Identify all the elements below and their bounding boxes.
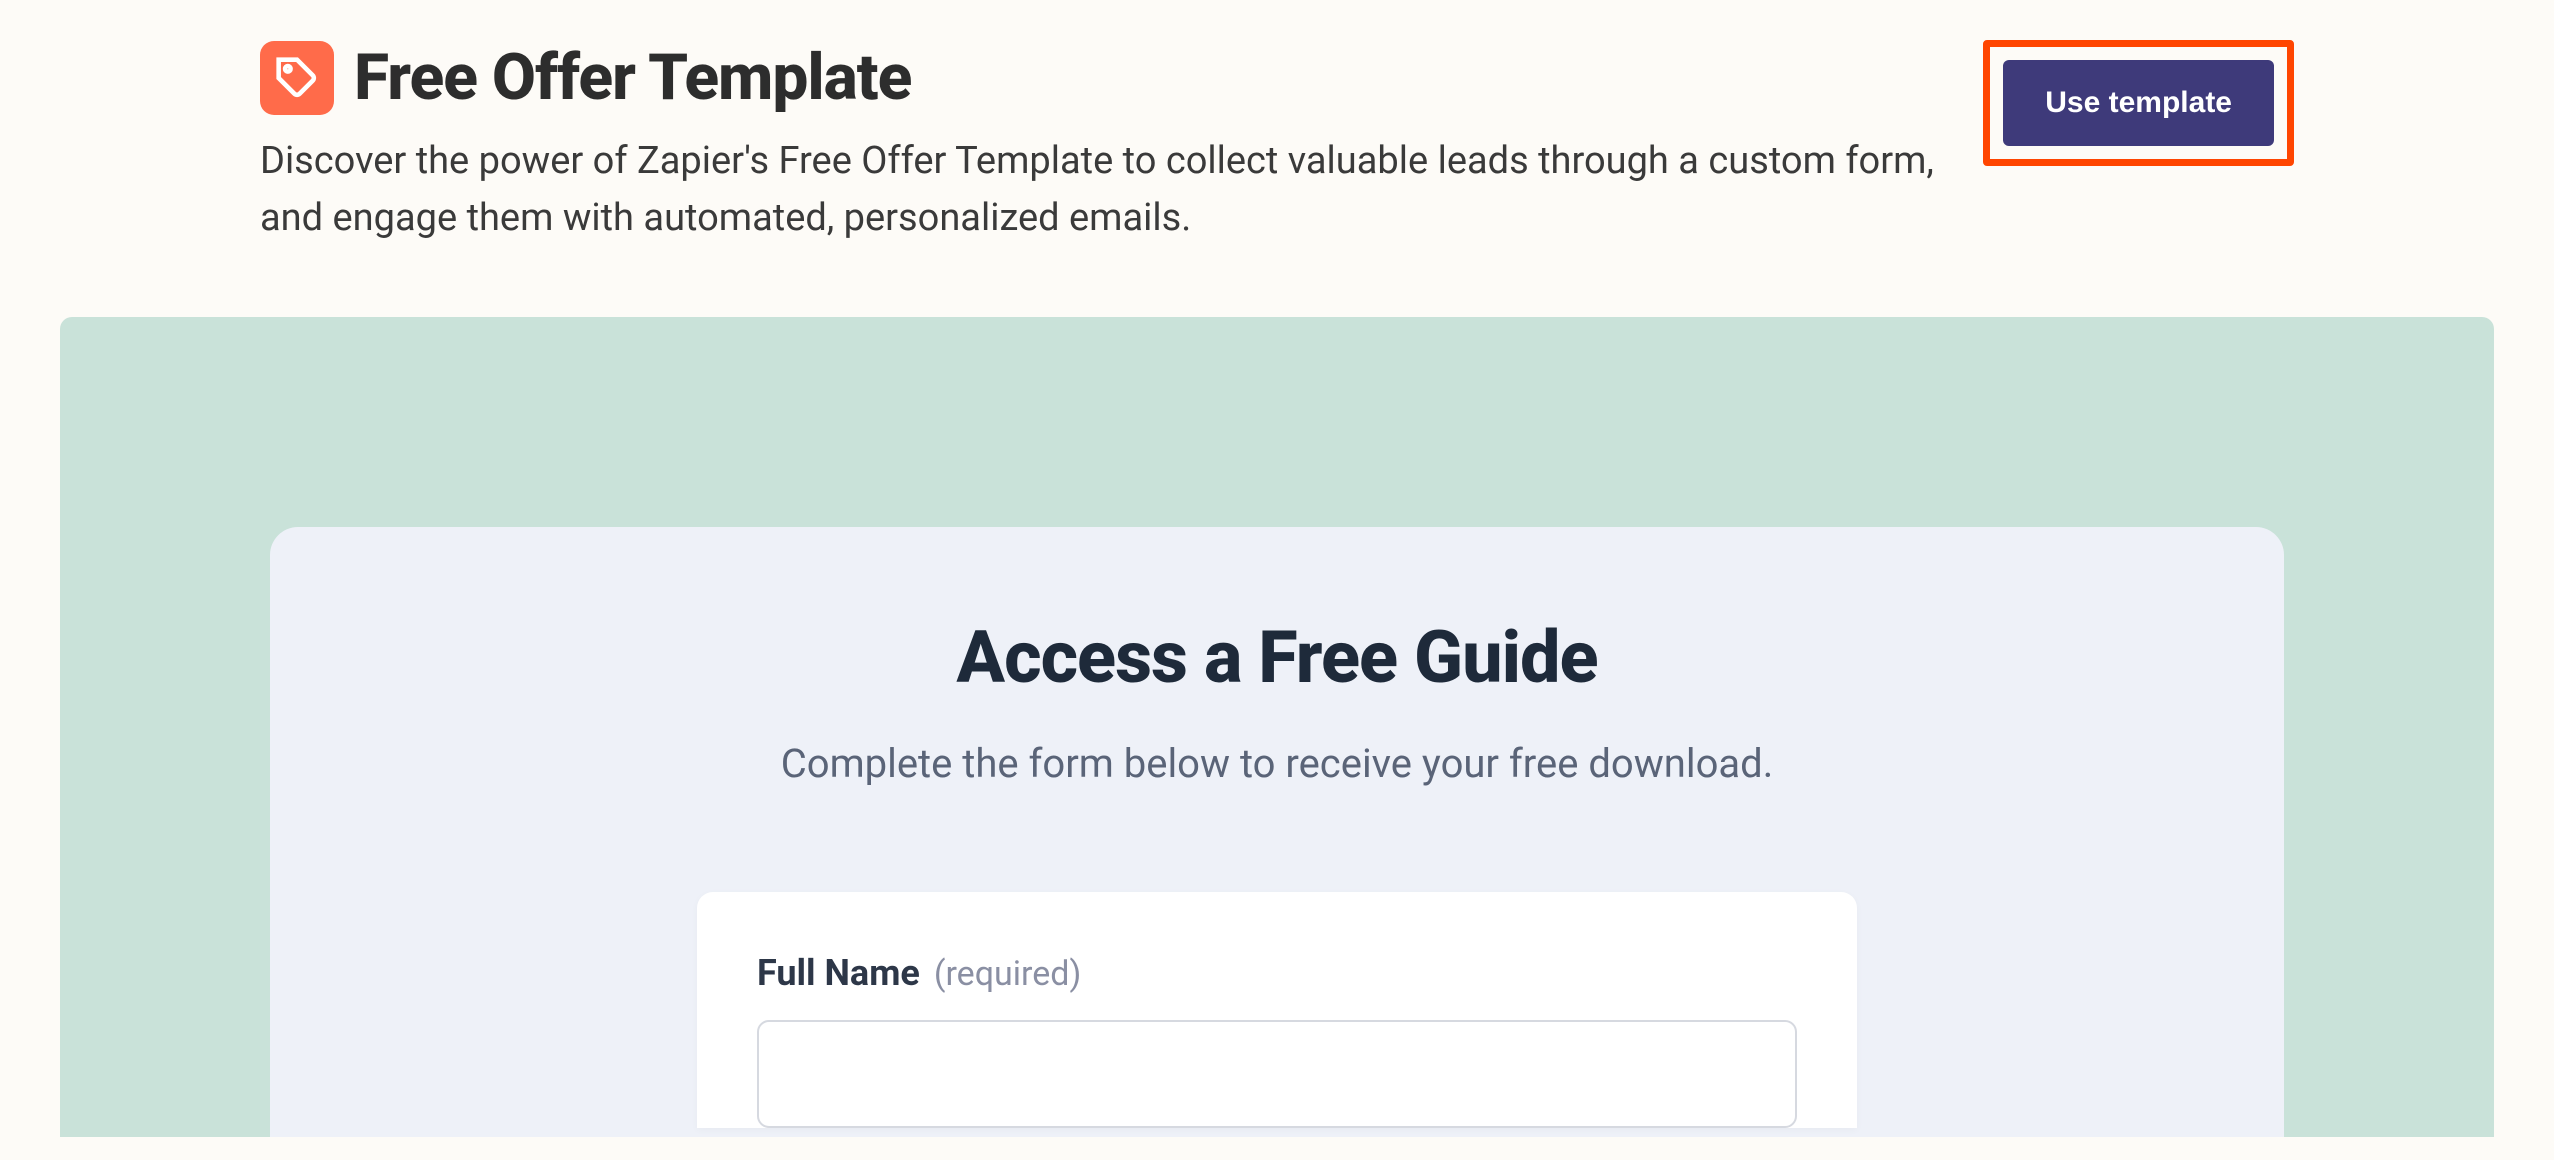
cta-highlight-box: Use template bbox=[1983, 40, 2294, 166]
page-title: Free Offer Template bbox=[354, 40, 911, 115]
form-subtitle: Complete the form below to receive your … bbox=[370, 740, 2184, 787]
use-template-button[interactable]: Use template bbox=[2003, 60, 2274, 146]
form-title: Access a Free Guide bbox=[370, 615, 2184, 700]
form-card: Access a Free Guide Complete the form be… bbox=[270, 527, 2284, 1137]
page-description: Discover the power of Zapier's Free Offe… bbox=[260, 133, 1953, 247]
full-name-input[interactable] bbox=[757, 1020, 1797, 1128]
field-label-row: Full Name (required) bbox=[757, 952, 1797, 994]
template-preview-area: Access a Free Guide Complete the form be… bbox=[60, 317, 2494, 1137]
tag-icon bbox=[260, 41, 334, 115]
title-row: Free Offer Template bbox=[260, 40, 1953, 115]
required-indicator: (required) bbox=[934, 954, 1081, 994]
header-row: Free Offer Template Discover the power o… bbox=[260, 40, 2294, 247]
full-name-label: Full Name bbox=[757, 952, 920, 994]
inner-form-panel: Full Name (required) bbox=[697, 892, 1857, 1128]
header-left: Free Offer Template Discover the power o… bbox=[260, 40, 1953, 247]
